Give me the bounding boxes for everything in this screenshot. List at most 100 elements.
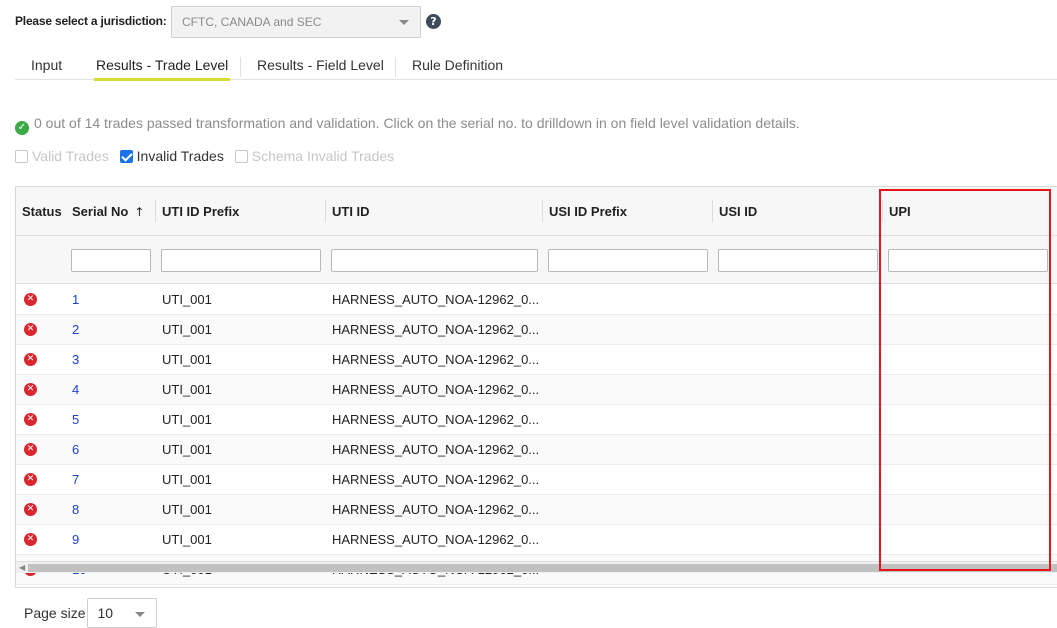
- usi-id-prefix-cell: [549, 495, 709, 525]
- usi-id-prefix-cell: [549, 435, 709, 465]
- upi-column-highlight: [879, 189, 1051, 571]
- serial-no-link[interactable]: 8: [72, 495, 152, 525]
- column-header-status[interactable]: Status: [16, 187, 62, 236]
- chevron-down-icon: [135, 612, 146, 617]
- schema-invalid-trades-checkbox[interactable]: Schema Invalid Trades: [234, 148, 394, 164]
- usi-id-prefix-cell: [549, 285, 709, 315]
- check-circle-icon: ✓: [15, 121, 29, 135]
- usi-id-cell: [719, 435, 879, 465]
- tab-input[interactable]: Input: [15, 52, 78, 80]
- serial-no-link[interactable]: 9: [72, 525, 152, 555]
- status-cell: ✕: [16, 525, 66, 555]
- column-header-label: Serial No: [72, 204, 129, 219]
- uti-id-cell: HARNESS_AUTO_NOA-12962_0...: [332, 472, 538, 487]
- column-header-label: USI ID: [719, 204, 758, 219]
- sort-ascending-icon[interactable]: ↑: [134, 205, 144, 219]
- error-icon: ✕: [24, 413, 37, 426]
- uti-id-prefix-cell: UTI_001: [162, 292, 212, 307]
- uti-id-prefix-cell: UTI_001: [162, 412, 212, 427]
- checkbox-box[interactable]: [15, 149, 28, 163]
- invalid-trades-checkbox[interactable]: Invalid Trades: [119, 148, 224, 164]
- trade-filters: Valid Trades Invalid Trades Schema Inval…: [15, 148, 401, 166]
- usi-id-prefix-cell: [549, 465, 709, 495]
- usi-id-prefix-filter-input[interactable]: [548, 249, 708, 272]
- usi-id-cell: [719, 285, 879, 315]
- uti-id-cell: HARNESS_AUTO_NOA-12962_0...: [332, 412, 538, 427]
- jurisdiction-select[interactable]: CFTC, CANADA and SEC: [171, 6, 421, 38]
- error-icon: ✕: [24, 323, 37, 336]
- uti-id-prefix-cell: UTI_001: [162, 442, 212, 457]
- usi-id-prefix-cell: [549, 525, 709, 555]
- tab-rule-definition[interactable]: Rule Definition: [396, 52, 519, 80]
- uti-id-prefix-cell: UTI_001: [162, 472, 212, 487]
- serial-no-filter-input[interactable]: [71, 249, 151, 272]
- usi-id-cell: [719, 495, 879, 525]
- uti-id-prefix-cell: UTI_001: [162, 532, 212, 547]
- column-header-uti-id[interactable]: UTI ID: [326, 187, 370, 236]
- serial-no-link[interactable]: 4: [72, 375, 152, 405]
- status-cell: ✕: [16, 315, 66, 345]
- status-cell: ✕: [16, 495, 66, 525]
- error-icon: ✕: [24, 383, 37, 396]
- serial-no-link[interactable]: 5: [72, 405, 152, 435]
- uti-id-prefix-cell: UTI_001: [162, 322, 212, 337]
- jurisdiction-label: Please select a jurisdiction:: [15, 14, 167, 28]
- uti-id-prefix-cell: UTI_001: [162, 502, 212, 517]
- usi-id-prefix-cell: [549, 345, 709, 375]
- status-cell: ✕: [16, 405, 66, 435]
- usi-id-filter-input[interactable]: [718, 249, 878, 272]
- uti-id-cell: HARNESS_AUTO_NOA-12962_0...: [332, 502, 538, 517]
- valid-trades-label: Valid Trades: [32, 148, 109, 164]
- tab-results-field-level[interactable]: Results - Field Level: [241, 52, 400, 80]
- valid-trades-checkbox[interactable]: Valid Trades: [15, 148, 109, 164]
- serial-no-link[interactable]: 2: [72, 315, 152, 345]
- usi-id-cell: [719, 375, 879, 405]
- uti-id-prefix-filter-input[interactable]: [161, 249, 321, 272]
- uti-id-prefix-cell: UTI_001: [162, 352, 212, 367]
- tab-results-trade-level[interactable]: Results - Trade Level: [80, 52, 244, 81]
- validation-summary: ✓ 0 out of 14 trades passed transformatio…: [15, 115, 800, 135]
- checkbox-box[interactable]: [234, 149, 248, 163]
- usi-id-prefix-cell: [549, 375, 709, 405]
- uti-id-prefix-cell: UTI_001: [162, 382, 212, 397]
- status-cell: ✕: [16, 285, 66, 315]
- tab-bar: Input Results - Trade Level Results - Fi…: [15, 52, 1057, 81]
- uti-id-cell: HARNESS_AUTO_NOA-12962_0...: [332, 382, 538, 397]
- status-cell: ✕: [16, 345, 66, 375]
- usi-id-cell: [719, 405, 879, 435]
- checkbox-checked-icon[interactable]: [119, 149, 133, 163]
- invalid-trades-label: Invalid Trades: [136, 148, 224, 164]
- uti-id-cell: HARNESS_AUTO_NOA-12962_0...: [332, 442, 538, 457]
- column-header-usi-id-prefix[interactable]: USI ID Prefix: [543, 187, 627, 236]
- column-header-label: Status: [22, 204, 62, 219]
- column-header-label: USI ID Prefix: [549, 204, 628, 219]
- uti-id-filter-input[interactable]: [331, 249, 538, 272]
- error-icon: ✕: [24, 443, 37, 456]
- column-header-label: UTI ID Prefix: [162, 204, 240, 219]
- column-header-uti-id-prefix[interactable]: UTI ID Prefix: [156, 187, 239, 236]
- error-icon: ✕: [24, 473, 37, 486]
- help-icon[interactable]: ?: [426, 14, 441, 29]
- uti-id-cell: HARNESS_AUTO_NOA-12962_0...: [332, 352, 538, 367]
- serial-no-link[interactable]: 7: [72, 465, 152, 495]
- serial-no-link[interactable]: 1: [72, 285, 152, 315]
- scroll-left-icon[interactable]: ◀: [19, 563, 25, 572]
- page-size-select[interactable]: 10: [87, 598, 158, 628]
- error-icon: ✕: [24, 503, 37, 516]
- page-size-control: Page size 10: [24, 598, 158, 628]
- column-header-serial-no[interactable]: Serial No ↑: [66, 187, 144, 236]
- usi-id-cell: [719, 525, 879, 555]
- column-header-label: UTI ID: [332, 204, 370, 219]
- column-header-usi-id[interactable]: USI ID: [713, 187, 757, 236]
- uti-id-cell: HARNESS_AUTO_NOA-12962_0...: [332, 292, 538, 307]
- jurisdiction-selected-value: CFTC, CANADA and SEC: [182, 15, 322, 29]
- serial-no-link[interactable]: 3: [72, 345, 152, 375]
- uti-id-cell: HARNESS_AUTO_NOA-12962_0...: [332, 532, 538, 547]
- chevron-down-icon: [399, 20, 409, 25]
- error-icon: ✕: [24, 293, 37, 306]
- usi-id-cell: [719, 315, 879, 345]
- serial-no-link[interactable]: 6: [72, 435, 152, 465]
- usi-id-prefix-cell: [549, 405, 709, 435]
- validation-summary-text: 0 out of 14 trades passed transformation…: [34, 115, 800, 131]
- status-cell: ✕: [16, 465, 66, 495]
